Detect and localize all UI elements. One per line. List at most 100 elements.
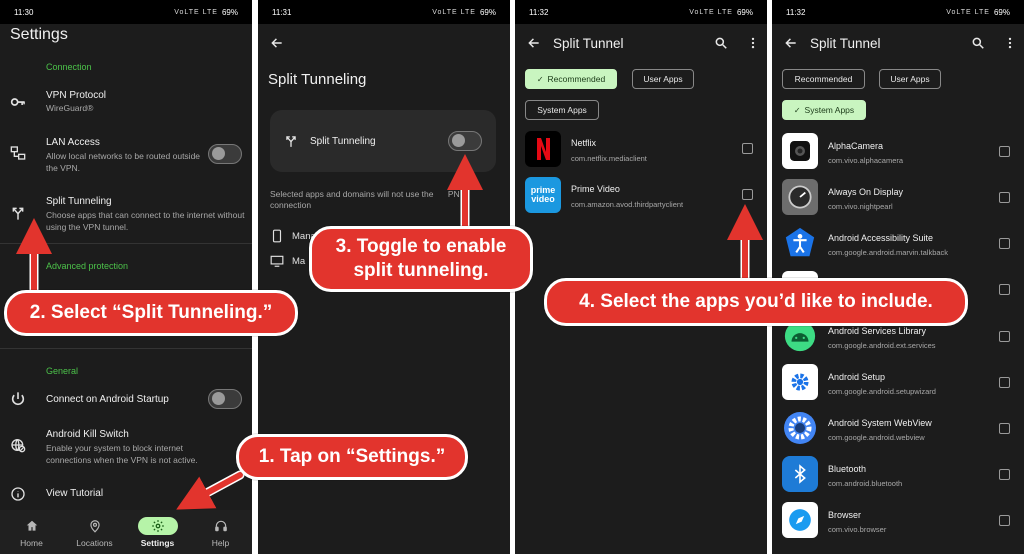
lan-access-title[interactable]: LAN Access	[46, 137, 100, 148]
app-name: AlphaCamera	[828, 141, 884, 151]
prime-logo-text: video	[531, 194, 555, 204]
bottom-navigation: Home Locations Settings Help	[0, 510, 252, 554]
app-checkbox[interactable]	[999, 423, 1010, 434]
divider	[0, 348, 252, 349]
signal-icon: VoLTE LTE	[174, 8, 218, 16]
settings-screen: 11:30 VoLTE LTE 69% Settings Connection …	[0, 0, 252, 554]
app-checkbox[interactable]	[999, 331, 1010, 342]
headset-icon	[201, 517, 241, 535]
search-icon[interactable]	[971, 36, 987, 52]
key-icon	[10, 94, 26, 110]
browser-icon	[782, 502, 818, 538]
back-arrow-icon[interactable]	[784, 36, 800, 52]
nav-home-label: Home	[20, 537, 43, 548]
page-title: Split Tunnel	[810, 36, 881, 51]
signal-icon: VoLTE LTE	[432, 8, 476, 16]
nav-settings-label: Settings	[140, 537, 175, 548]
callout-step3-line1: 3. Toggle to enable	[335, 236, 507, 257]
view-tutorial-title[interactable]: View Tutorial	[46, 488, 103, 499]
app-checkbox[interactable]	[999, 238, 1010, 249]
status-bar: 11:31 VoLTE LTE 69%	[258, 0, 510, 24]
chip-user-apps[interactable]: User Apps	[879, 69, 941, 89]
app-checkbox[interactable]	[742, 143, 753, 154]
callout-step3-line2: split tunneling.	[353, 260, 489, 281]
status-time: 11:32	[786, 7, 806, 17]
more-menu-icon[interactable]	[746, 36, 762, 52]
chip-system-apps[interactable]: System Apps	[782, 100, 866, 120]
status-bar: 11:32 VoLTE LTE 69%	[772, 0, 1024, 24]
chip-user-apps[interactable]: User Apps	[632, 69, 694, 89]
app-package: com.google.android.marvin.talkback	[828, 248, 949, 257]
nav-help[interactable]: Help	[189, 510, 252, 554]
info-icon	[10, 486, 26, 502]
nav-locations-label: Locations	[76, 537, 113, 548]
nav-locations[interactable]: Locations	[63, 510, 126, 554]
alphacamera-icon	[782, 133, 818, 169]
app-package: com.vivo.nightpearl	[828, 202, 893, 211]
back-arrow-icon[interactable]	[270, 36, 286, 52]
prime-video-icon: prime video	[525, 177, 561, 213]
chip-recommended[interactable]: Recommended	[782, 69, 865, 89]
page-title: Split Tunnel	[553, 36, 624, 51]
globe-block-icon	[10, 437, 26, 453]
back-arrow-icon[interactable]	[527, 36, 543, 52]
app-package: com.netflix.mediaclient	[571, 154, 647, 163]
android-startup-title[interactable]: Connect on Android Startup	[46, 394, 169, 405]
section-header-general: General	[46, 366, 79, 376]
description-part: Selected apps and domains will not use t…	[270, 189, 436, 199]
app-name: Bluetooth	[828, 464, 867, 474]
battery-level: 69%	[479, 7, 496, 17]
app-checkbox[interactable]	[999, 284, 1010, 295]
split-tunnel-system-screen: 11:32 VoLTE LTE 69% Split Tunnel Recomme…	[772, 0, 1024, 554]
page-title: Settings	[10, 26, 68, 43]
app-name: Android Accessibility Suite	[828, 233, 934, 243]
power-icon	[10, 391, 26, 407]
lan-access-description: Allow local networks to be routed outsid…	[46, 151, 201, 173]
search-icon[interactable]	[714, 36, 730, 52]
kill-switch-description: Enable your system to block internet con…	[46, 443, 198, 465]
vpn-protocol-title[interactable]: VPN Protocol	[46, 90, 106, 101]
callout-step3: 3. Toggle to enable split tunneling.	[309, 226, 533, 292]
split-tunneling-toggle[interactable]	[448, 131, 482, 151]
split-tunneling-title[interactable]: Split Tunneling	[46, 196, 112, 207]
manage-domains-row[interactable]: Ma	[270, 254, 305, 268]
app-checkbox[interactable]	[999, 469, 1010, 480]
nav-settings[interactable]: Settings	[126, 510, 189, 554]
status-time: 11:30	[14, 7, 34, 17]
netflix-icon	[525, 131, 561, 167]
always-on-display-icon	[782, 179, 818, 215]
divider	[0, 243, 252, 244]
battery-level: 69%	[993, 7, 1010, 17]
app-checkbox[interactable]	[999, 192, 1010, 203]
app-name: Android Services Library	[828, 326, 927, 336]
split-tunnel-icon	[10, 205, 26, 221]
status-time: 11:31	[272, 7, 292, 17]
signal-icon: VoLTE LTE	[946, 8, 990, 16]
app-checkbox[interactable]	[999, 377, 1010, 388]
bluetooth-icon	[782, 456, 818, 492]
callout-step4: 4. Select the apps you’d like to include…	[544, 278, 968, 326]
app-name: Android Setup	[828, 372, 886, 382]
nav-home[interactable]: Home	[0, 510, 63, 554]
section-header-advanced: Advanced protection	[46, 261, 129, 271]
lan-access-toggle[interactable]	[208, 144, 242, 164]
app-checkbox[interactable]	[999, 146, 1010, 157]
app-checkbox[interactable]	[742, 189, 753, 200]
app-package: com.amazon.avod.thirdpartyclient	[571, 200, 684, 209]
chip-recommended[interactable]: Recommended	[525, 69, 617, 89]
more-menu-icon[interactable]	[1003, 36, 1019, 52]
vpn-protocol-value: WireGuard®	[46, 103, 94, 113]
callout-step1: 1. Tap on “Settings.”	[236, 434, 468, 480]
battery-level: 69%	[736, 7, 753, 17]
split-tunneling-description: Choose apps that can connect to the inte…	[46, 210, 245, 232]
app-checkbox[interactable]	[999, 515, 1010, 526]
split-tunneling-card[interactable]: Split Tunneling	[270, 110, 496, 172]
app-package: com.google.android.webview	[828, 433, 925, 442]
app-name: Prime Video	[571, 184, 620, 194]
setup-gear-icon	[782, 364, 818, 400]
android-startup-toggle[interactable]	[208, 389, 242, 409]
chip-system-apps[interactable]: System Apps	[525, 100, 599, 120]
page-title: Split Tunneling	[268, 71, 367, 88]
kill-switch-title[interactable]: Android Kill Switch	[46, 429, 129, 440]
accessibility-icon	[782, 225, 818, 261]
